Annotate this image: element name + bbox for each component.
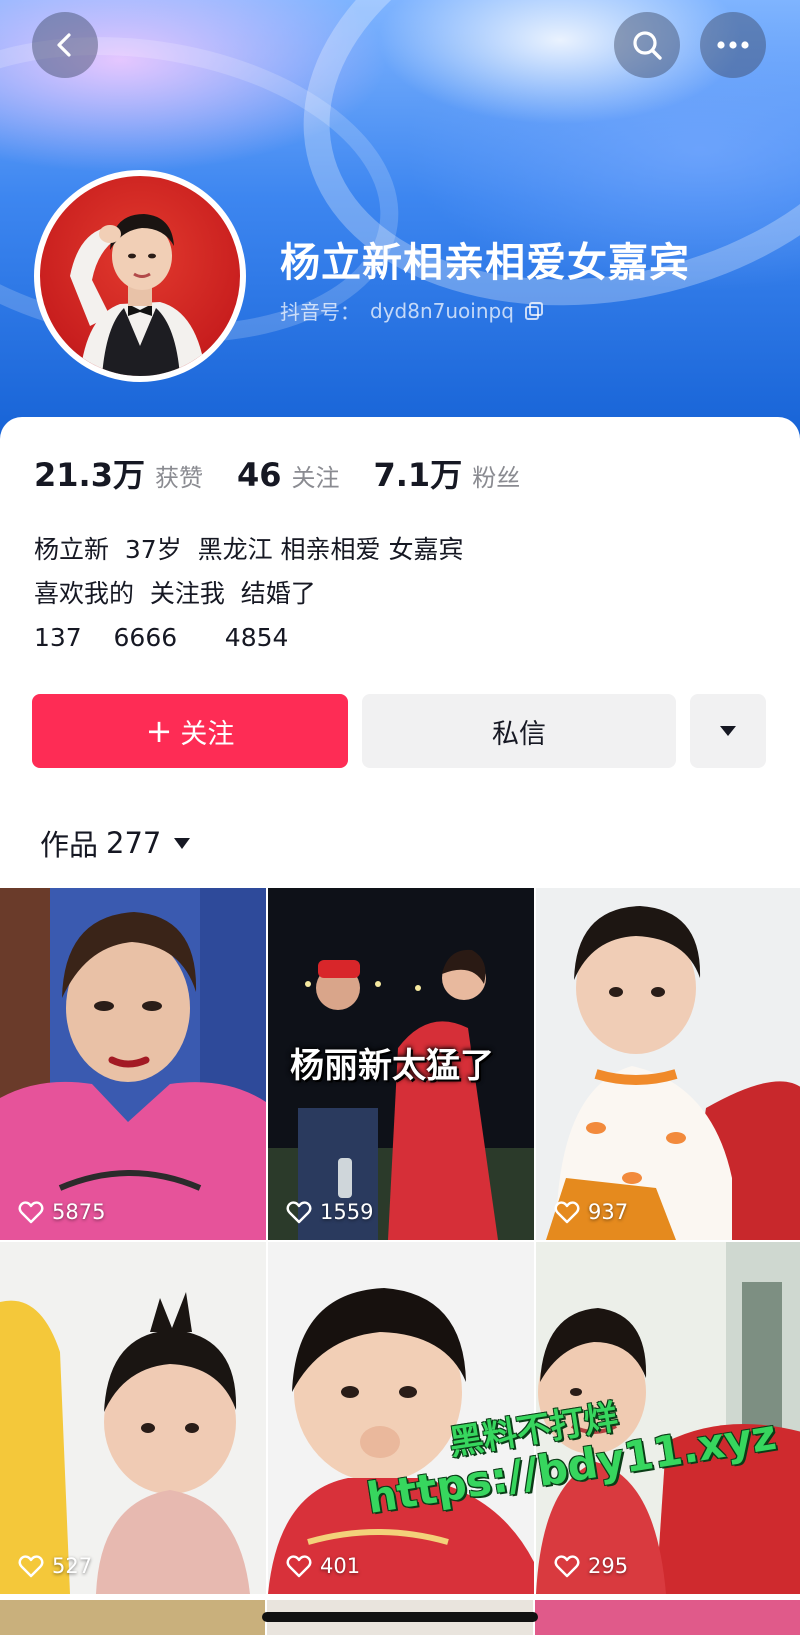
heart-icon (18, 1555, 44, 1578)
bio-line: 杨立新 37岁 黑龙江 相亲相爱 女嘉宾 (34, 535, 464, 564)
stat-following-label: 关注 (291, 464, 340, 492)
stat-likes[interactable]: 21.3万 获赞 (34, 450, 203, 496)
heart-icon (18, 1201, 44, 1224)
heart-icon (554, 1201, 580, 1224)
stat-likes-label: 获赞 (154, 464, 203, 492)
video-likes-count: 527 (52, 1554, 93, 1578)
video-likes: 5875 (18, 1200, 105, 1224)
video-thumbnail (536, 888, 800, 1240)
recommend-toggle-button[interactable] (690, 694, 766, 768)
video-likes-count: 5875 (52, 1200, 106, 1224)
tab-works-label: 作品 (40, 828, 99, 862)
douyin-id-value: dyd8n7uoinpq (370, 298, 514, 323)
video-likes: 295 (554, 1554, 628, 1578)
search-button[interactable] (614, 12, 680, 78)
stat-followers-label: 粉丝 (472, 464, 521, 492)
profile-bio: 杨立新 37岁 黑龙江 相亲相爱 女嘉宾 喜欢我的 关注我 结婚了 137 66… (34, 528, 464, 660)
profile-stats: 21.3万 获赞 46 关注 7.1万 粉丝 (34, 450, 554, 496)
stat-following-value: 46 (236, 456, 282, 494)
chevron-left-icon (57, 33, 71, 57)
avatar[interactable] (34, 170, 246, 382)
triangle-down-icon (720, 726, 736, 736)
avatar-portrait-image (70, 214, 206, 376)
douyin-id-label: 抖音号： (280, 300, 360, 324)
plus-icon: + (145, 712, 173, 750)
stat-following[interactable]: 46 关注 (237, 456, 340, 494)
profile-name: 杨立新相亲相爱女嘉宾 (280, 240, 690, 286)
video-tile[interactable]: 527 (0, 1242, 266, 1594)
home-indicator[interactable] (262, 1612, 538, 1622)
message-label: 私信 (492, 718, 546, 750)
back-button[interactable] (32, 12, 98, 78)
bio-line: 喜欢我的 关注我 结婚了 (34, 579, 316, 608)
video-tile-peek (534, 1600, 800, 1635)
video-likes: 1559 (286, 1200, 373, 1224)
bio-line: 137 6666 4854 (34, 623, 289, 652)
heart-icon (286, 1201, 312, 1224)
copy-icon[interactable] (524, 301, 544, 321)
video-likes-count: 401 (320, 1554, 361, 1578)
more-horizontal-icon (717, 41, 749, 49)
douyin-id: 抖音号： dyd8n7uoinpq (280, 296, 544, 325)
video-likes-count: 295 (588, 1554, 629, 1578)
search-icon (633, 31, 662, 60)
video-thumbnail (0, 888, 266, 1240)
follow-label: 关注 (180, 718, 235, 750)
triangle-down-icon (174, 837, 191, 849)
stat-followers[interactable]: 7.1万 粉丝 (374, 450, 521, 496)
video-likes: 527 (18, 1554, 92, 1578)
video-likes: 401 (286, 1554, 360, 1578)
tab-works-count: 277 (106, 826, 162, 860)
follow-button[interactable]: + 关注 (32, 694, 348, 768)
video-likes: 937 (554, 1200, 628, 1224)
message-button[interactable]: 私信 (362, 694, 676, 768)
video-caption: 杨丽新太猛了 (290, 1046, 494, 1086)
video-tile-peek (0, 1600, 266, 1635)
stat-followers-value: 7.1万 (373, 456, 463, 494)
heart-icon (286, 1555, 312, 1578)
video-tile[interactable]: 937 (536, 888, 800, 1240)
video-thumbnail (0, 1242, 266, 1594)
stat-likes-value: 21.3万 (34, 456, 145, 494)
video-tile[interactable]: 5875 (0, 888, 266, 1240)
video-likes-count: 1559 (320, 1200, 374, 1224)
video-tile[interactable]: 杨丽新太猛了 1559 (268, 888, 534, 1240)
more-button[interactable] (700, 12, 766, 78)
tab-works[interactable]: 作品 277 (40, 822, 191, 864)
heart-icon (554, 1555, 580, 1578)
video-likes-count: 937 (588, 1200, 629, 1224)
